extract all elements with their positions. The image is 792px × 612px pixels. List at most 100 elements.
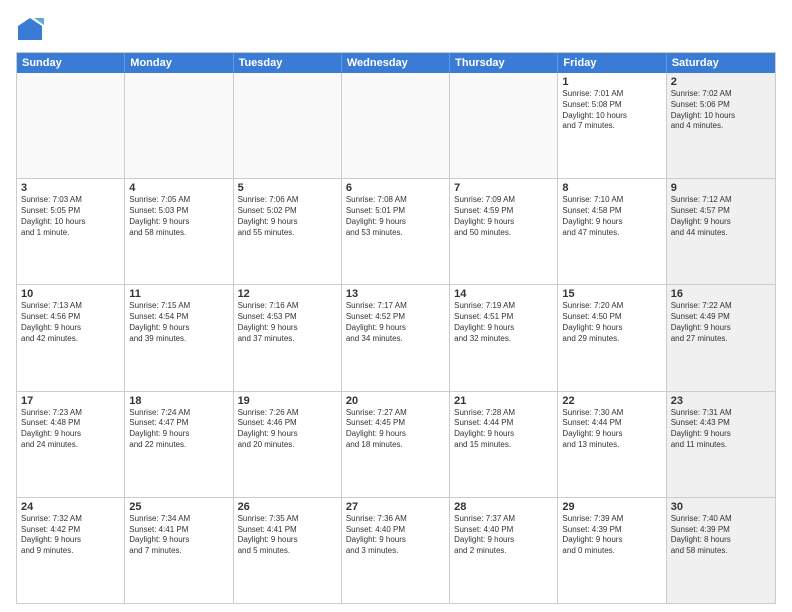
day-number: 9: [671, 182, 771, 194]
day-cell-6: 6Sunrise: 7:08 AM Sunset: 5:01 PM Daylig…: [342, 179, 450, 284]
logo-icon: [16, 16, 44, 44]
day-info: Sunrise: 7:05 AM Sunset: 5:03 PM Dayligh…: [129, 195, 228, 238]
day-info: Sunrise: 7:28 AM Sunset: 4:44 PM Dayligh…: [454, 408, 553, 451]
day-cell-7: 7Sunrise: 7:09 AM Sunset: 4:59 PM Daylig…: [450, 179, 558, 284]
header-day-monday: Monday: [125, 53, 233, 73]
day-number: 15: [562, 288, 661, 300]
day-info: Sunrise: 7:27 AM Sunset: 4:45 PM Dayligh…: [346, 408, 445, 451]
calendar-row-1: 3Sunrise: 7:03 AM Sunset: 5:05 PM Daylig…: [17, 178, 775, 284]
calendar: SundayMondayTuesdayWednesdayThursdayFrid…: [16, 52, 776, 604]
day-number: 29: [562, 501, 661, 513]
day-info: Sunrise: 7:37 AM Sunset: 4:40 PM Dayligh…: [454, 514, 553, 557]
day-cell-8: 8Sunrise: 7:10 AM Sunset: 4:58 PM Daylig…: [558, 179, 666, 284]
day-number: 20: [346, 395, 445, 407]
header-day-wednesday: Wednesday: [342, 53, 450, 73]
header: [16, 16, 776, 44]
day-cell-3: 3Sunrise: 7:03 AM Sunset: 5:05 PM Daylig…: [17, 179, 125, 284]
day-cell-29: 29Sunrise: 7:39 AM Sunset: 4:39 PM Dayli…: [558, 498, 666, 603]
page: SundayMondayTuesdayWednesdayThursdayFrid…: [0, 0, 792, 612]
day-number: 17: [21, 395, 120, 407]
day-cell-12: 12Sunrise: 7:16 AM Sunset: 4:53 PM Dayli…: [234, 285, 342, 390]
day-cell-22: 22Sunrise: 7:30 AM Sunset: 4:44 PM Dayli…: [558, 392, 666, 497]
day-info: Sunrise: 7:26 AM Sunset: 4:46 PM Dayligh…: [238, 408, 337, 451]
day-cell-5: 5Sunrise: 7:06 AM Sunset: 5:02 PM Daylig…: [234, 179, 342, 284]
day-info: Sunrise: 7:15 AM Sunset: 4:54 PM Dayligh…: [129, 301, 228, 344]
day-number: 16: [671, 288, 771, 300]
day-info: Sunrise: 7:23 AM Sunset: 4:48 PM Dayligh…: [21, 408, 120, 451]
day-info: Sunrise: 7:22 AM Sunset: 4:49 PM Dayligh…: [671, 301, 771, 344]
header-day-saturday: Saturday: [667, 53, 775, 73]
header-day-tuesday: Tuesday: [234, 53, 342, 73]
day-number: 5: [238, 182, 337, 194]
day-info: Sunrise: 7:36 AM Sunset: 4:40 PM Dayligh…: [346, 514, 445, 557]
day-number: 12: [238, 288, 337, 300]
day-number: 23: [671, 395, 771, 407]
day-info: Sunrise: 7:08 AM Sunset: 5:01 PM Dayligh…: [346, 195, 445, 238]
day-cell-24: 24Sunrise: 7:32 AM Sunset: 4:42 PM Dayli…: [17, 498, 125, 603]
day-number: 19: [238, 395, 337, 407]
day-cell-26: 26Sunrise: 7:35 AM Sunset: 4:41 PM Dayli…: [234, 498, 342, 603]
day-number: 6: [346, 182, 445, 194]
day-cell-23: 23Sunrise: 7:31 AM Sunset: 4:43 PM Dayli…: [667, 392, 775, 497]
day-cell-15: 15Sunrise: 7:20 AM Sunset: 4:50 PM Dayli…: [558, 285, 666, 390]
day-info: Sunrise: 7:06 AM Sunset: 5:02 PM Dayligh…: [238, 195, 337, 238]
day-cell-13: 13Sunrise: 7:17 AM Sunset: 4:52 PM Dayli…: [342, 285, 450, 390]
day-info: Sunrise: 7:40 AM Sunset: 4:39 PM Dayligh…: [671, 514, 771, 557]
day-info: Sunrise: 7:02 AM Sunset: 5:06 PM Dayligh…: [671, 89, 771, 132]
day-cell-30: 30Sunrise: 7:40 AM Sunset: 4:39 PM Dayli…: [667, 498, 775, 603]
calendar-row-3: 17Sunrise: 7:23 AM Sunset: 4:48 PM Dayli…: [17, 391, 775, 497]
calendar-header: SundayMondayTuesdayWednesdayThursdayFrid…: [17, 53, 775, 73]
day-number: 11: [129, 288, 228, 300]
day-info: Sunrise: 7:24 AM Sunset: 4:47 PM Dayligh…: [129, 408, 228, 451]
day-cell-25: 25Sunrise: 7:34 AM Sunset: 4:41 PM Dayli…: [125, 498, 233, 603]
day-cell-11: 11Sunrise: 7:15 AM Sunset: 4:54 PM Dayli…: [125, 285, 233, 390]
day-info: Sunrise: 7:39 AM Sunset: 4:39 PM Dayligh…: [562, 514, 661, 557]
day-info: Sunrise: 7:01 AM Sunset: 5:08 PM Dayligh…: [562, 89, 661, 132]
day-number: 8: [562, 182, 661, 194]
day-cell-2: 2Sunrise: 7:02 AM Sunset: 5:06 PM Daylig…: [667, 73, 775, 178]
header-day-thursday: Thursday: [450, 53, 558, 73]
day-info: Sunrise: 7:10 AM Sunset: 4:58 PM Dayligh…: [562, 195, 661, 238]
day-number: 1: [562, 76, 661, 88]
day-info: Sunrise: 7:30 AM Sunset: 4:44 PM Dayligh…: [562, 408, 661, 451]
day-cell-1: 1Sunrise: 7:01 AM Sunset: 5:08 PM Daylig…: [558, 73, 666, 178]
day-info: Sunrise: 7:09 AM Sunset: 4:59 PM Dayligh…: [454, 195, 553, 238]
day-cell-16: 16Sunrise: 7:22 AM Sunset: 4:49 PM Dayli…: [667, 285, 775, 390]
day-info: Sunrise: 7:31 AM Sunset: 4:43 PM Dayligh…: [671, 408, 771, 451]
day-cell-19: 19Sunrise: 7:26 AM Sunset: 4:46 PM Dayli…: [234, 392, 342, 497]
empty-cell: [450, 73, 558, 178]
empty-cell: [125, 73, 233, 178]
day-cell-17: 17Sunrise: 7:23 AM Sunset: 4:48 PM Dayli…: [17, 392, 125, 497]
day-number: 28: [454, 501, 553, 513]
day-number: 24: [21, 501, 120, 513]
header-day-sunday: Sunday: [17, 53, 125, 73]
calendar-body: 1Sunrise: 7:01 AM Sunset: 5:08 PM Daylig…: [17, 73, 775, 603]
header-day-friday: Friday: [558, 53, 666, 73]
day-info: Sunrise: 7:20 AM Sunset: 4:50 PM Dayligh…: [562, 301, 661, 344]
day-number: 2: [671, 76, 771, 88]
day-info: Sunrise: 7:03 AM Sunset: 5:05 PM Dayligh…: [21, 195, 120, 238]
empty-cell: [234, 73, 342, 178]
day-info: Sunrise: 7:12 AM Sunset: 4:57 PM Dayligh…: [671, 195, 771, 238]
calendar-row-0: 1Sunrise: 7:01 AM Sunset: 5:08 PM Daylig…: [17, 73, 775, 178]
day-cell-20: 20Sunrise: 7:27 AM Sunset: 4:45 PM Dayli…: [342, 392, 450, 497]
day-number: 18: [129, 395, 228, 407]
day-info: Sunrise: 7:17 AM Sunset: 4:52 PM Dayligh…: [346, 301, 445, 344]
day-cell-21: 21Sunrise: 7:28 AM Sunset: 4:44 PM Dayli…: [450, 392, 558, 497]
day-cell-10: 10Sunrise: 7:13 AM Sunset: 4:56 PM Dayli…: [17, 285, 125, 390]
empty-cell: [342, 73, 450, 178]
day-cell-4: 4Sunrise: 7:05 AM Sunset: 5:03 PM Daylig…: [125, 179, 233, 284]
day-cell-28: 28Sunrise: 7:37 AM Sunset: 4:40 PM Dayli…: [450, 498, 558, 603]
day-number: 25: [129, 501, 228, 513]
day-number: 4: [129, 182, 228, 194]
day-number: 10: [21, 288, 120, 300]
day-info: Sunrise: 7:13 AM Sunset: 4:56 PM Dayligh…: [21, 301, 120, 344]
day-info: Sunrise: 7:35 AM Sunset: 4:41 PM Dayligh…: [238, 514, 337, 557]
calendar-row-4: 24Sunrise: 7:32 AM Sunset: 4:42 PM Dayli…: [17, 497, 775, 603]
day-number: 14: [454, 288, 553, 300]
day-number: 7: [454, 182, 553, 194]
empty-cell: [17, 73, 125, 178]
day-cell-14: 14Sunrise: 7:19 AM Sunset: 4:51 PM Dayli…: [450, 285, 558, 390]
day-number: 3: [21, 182, 120, 194]
day-info: Sunrise: 7:16 AM Sunset: 4:53 PM Dayligh…: [238, 301, 337, 344]
